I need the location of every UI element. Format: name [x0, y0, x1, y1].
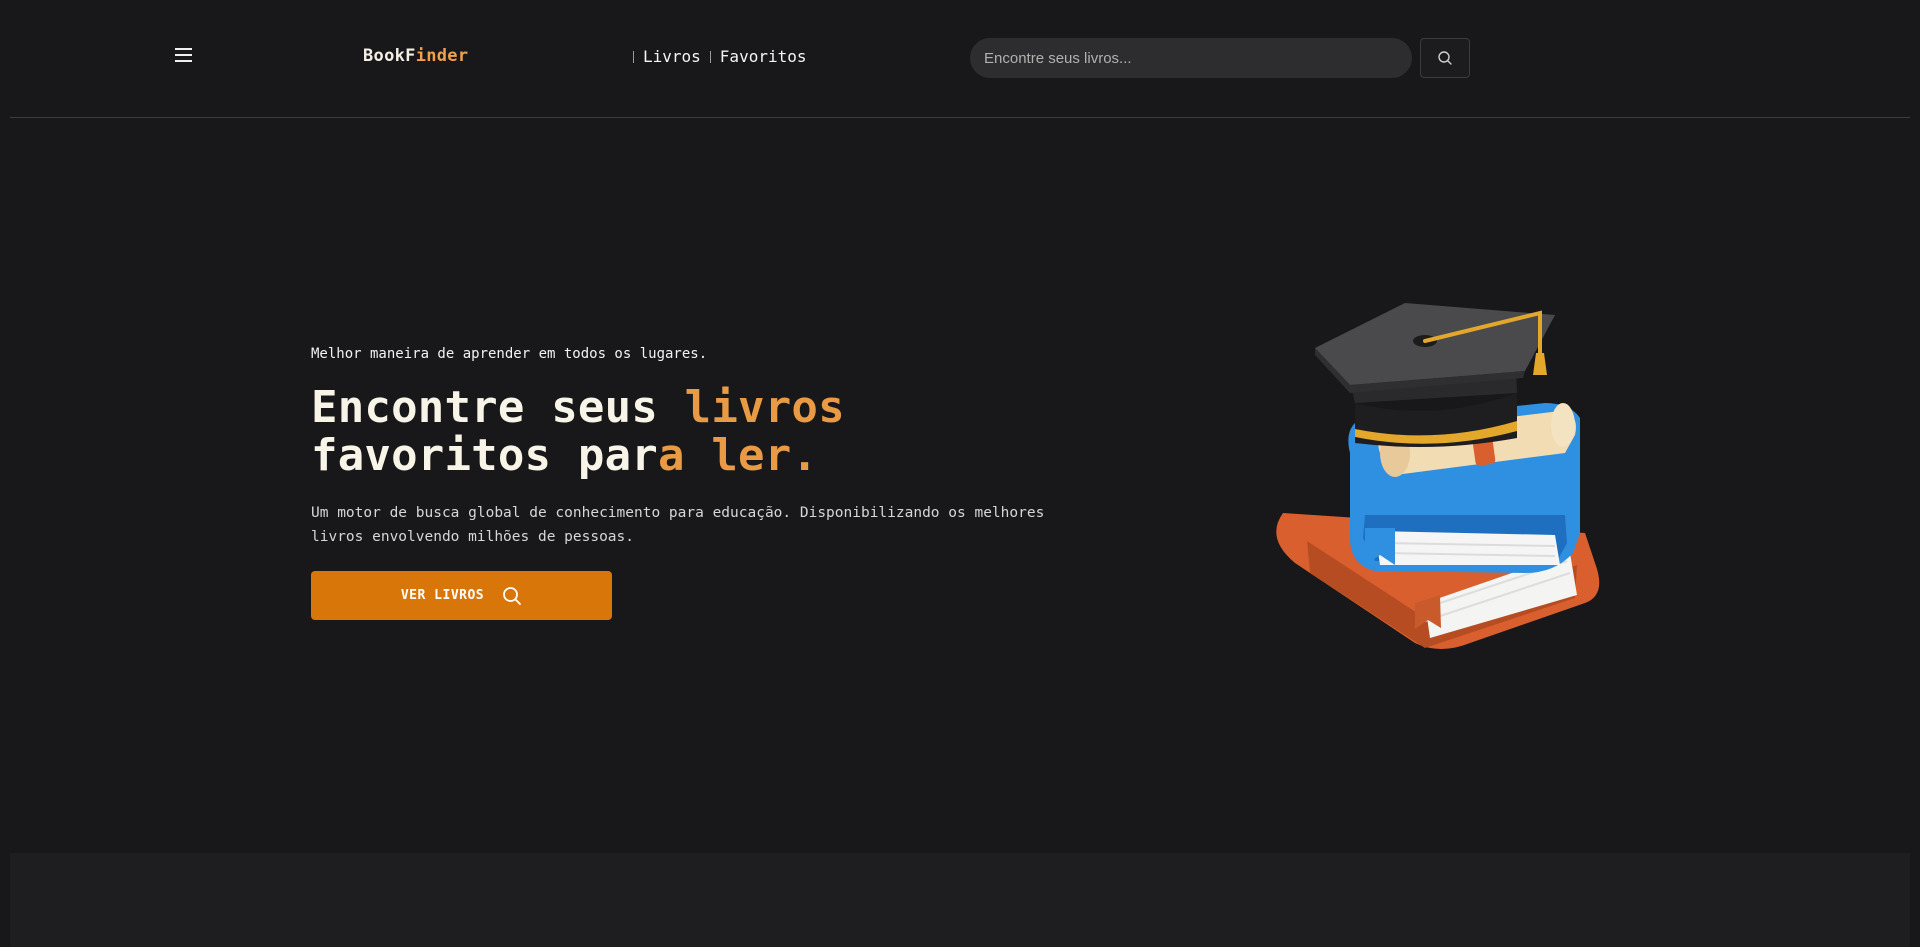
hero-title: Encontre seus livros favoritos para ler.: [311, 384, 1071, 480]
hero-title-line1-accent: livros: [684, 382, 845, 433]
see-books-label: VER LIVROS: [400, 588, 485, 603]
next-section-band: [10, 853, 1910, 947]
hamburger-menu-icon[interactable]: [172, 48, 196, 68]
hero-title-line2: favoritos par: [311, 430, 658, 481]
graduation-cap-books-illustration: [1276, 303, 1600, 649]
nav-link-favoritos[interactable]: Favoritos: [720, 47, 807, 66]
see-books-button[interactable]: VER LIVROS: [311, 571, 612, 620]
search-icon: [503, 586, 522, 605]
logo-text-part2: inder: [415, 46, 469, 66]
search-input[interactable]: [970, 38, 1412, 78]
nav-separator: [633, 50, 634, 63]
search-icon: [1438, 51, 1452, 65]
nav-link-livros[interactable]: Livros: [643, 47, 701, 66]
search-button[interactable]: [1420, 38, 1470, 78]
hero-section: Melhor maneira de aprender em todos os l…: [311, 346, 1071, 549]
logo[interactable]: BookFinder: [363, 46, 468, 66]
hero-tagline: Melhor maneira de aprender em todos os l…: [311, 346, 708, 362]
nav-separator: [709, 50, 711, 63]
hero-title-line2-accent: a ler.: [657, 430, 819, 481]
logo-text-part1: BookF: [363, 46, 416, 66]
hero-title-line1: Encontre seus: [311, 382, 685, 433]
hero-description: Um motor de busca global de conhecimento…: [311, 505, 1045, 545]
main-nav: Livros Favoritos: [624, 47, 807, 66]
top-header: BookFinder Livros Favoritos: [0, 0, 1920, 118]
header-divider: [10, 117, 1910, 118]
